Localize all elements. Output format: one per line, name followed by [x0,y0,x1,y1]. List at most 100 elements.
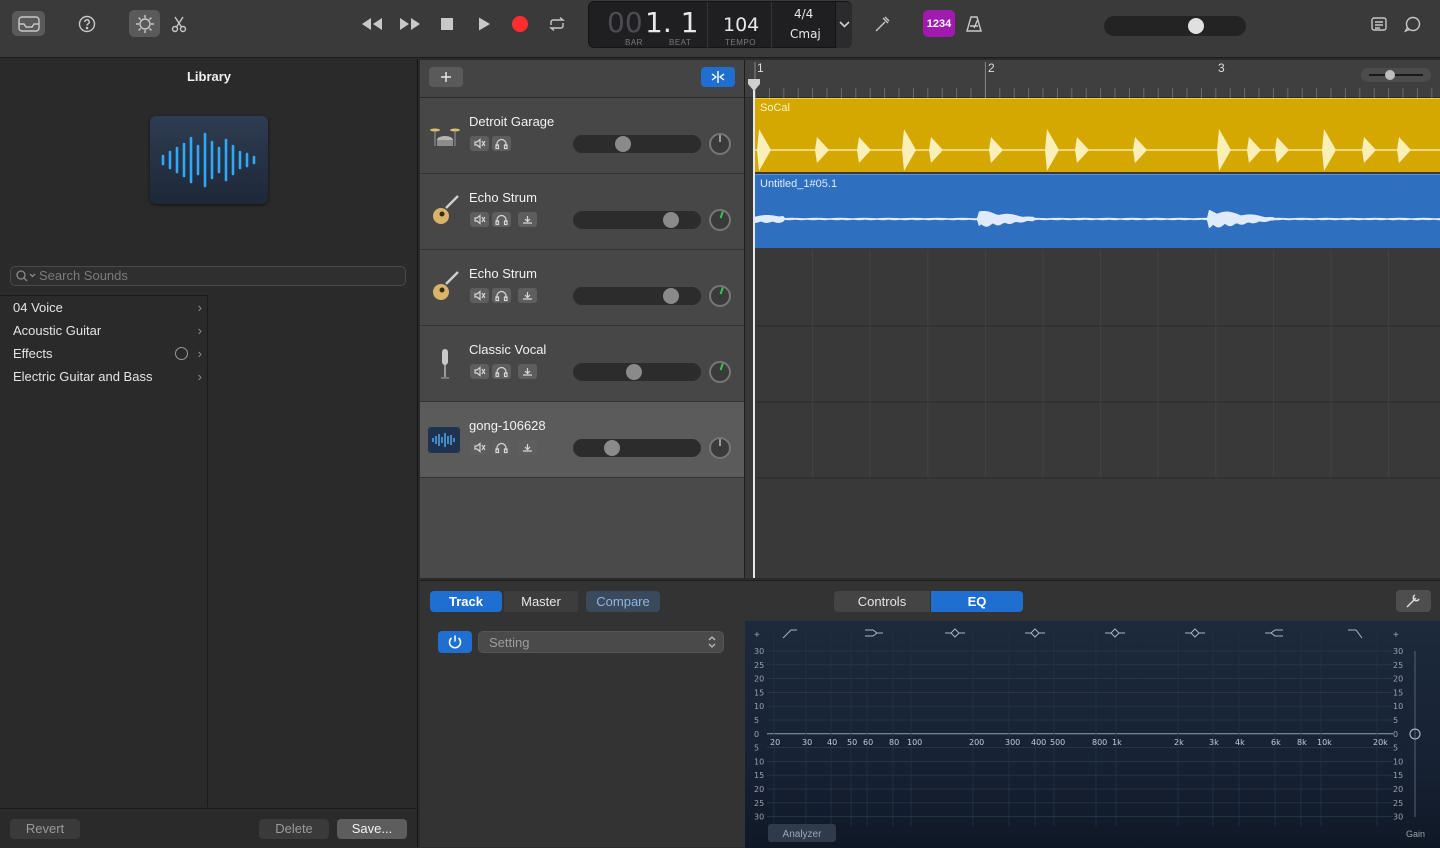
acoustic-guitar-icon[interactable] [428,194,462,228]
rewind-icon[interactable] [357,13,387,35]
input-monitor-icon [523,292,532,300]
tab-track[interactable]: Track [430,591,502,612]
save-button[interactable]: Save... [337,819,407,839]
drum-hit [1275,137,1289,163]
volume-knob[interactable] [604,440,620,456]
track-name[interactable]: Echo Strum [469,190,537,205]
tracks-timeline[interactable]: 1 2 3 SoCal Untitled_1#05.1 [744,60,1440,578]
track-volume-slider[interactable] [573,211,701,229]
download-icon[interactable] [175,347,188,360]
pan-knob[interactable] [709,361,731,383]
library-category-item[interactable]: Electric Guitar and Bass › [0,365,208,388]
playhead[interactable] [748,79,760,578]
track-volume-slider[interactable] [573,287,701,305]
eq-graph[interactable]: 30 30 25 25 20 20 15 15 10 10 5 5 0 0 5 5 10 10 15 15 20 20 25… [745,621,1440,848]
lcd-dropdown-button[interactable] [835,2,852,48]
track-header[interactable]: Echo Strum [420,250,744,326]
scissors-icon[interactable] [168,13,190,35]
loop-browser-icon[interactable] [1401,13,1423,35]
tab-compare[interactable]: Compare [586,591,660,612]
gain-label: Gain [1406,829,1426,839]
track-volume-slider[interactable] [573,439,701,457]
mute-button[interactable] [470,136,489,151]
track-header[interactable]: Echo Strum [420,174,744,250]
lcd-divider [771,2,772,48]
track-header[interactable]: Classic Vocal [420,326,744,402]
editor-settings-button[interactable] [1396,590,1431,612]
forward-icon[interactable] [395,13,425,35]
microphone-icon[interactable] [428,346,462,380]
library-category-item[interactable]: Effects › [0,342,208,365]
headphones-icon [495,290,508,302]
tab-master[interactable]: Master [504,591,578,612]
drum-hit [757,129,771,171]
mute-button[interactable] [470,212,489,227]
metronome-icon[interactable] [962,13,986,35]
volume-knob[interactable] [615,136,631,152]
record-icon[interactable] [507,13,533,35]
track-name[interactable]: Detroit Garage [469,114,554,129]
solo-button[interactable] [492,440,511,455]
pan-indicator [719,211,724,219]
solo-button[interactable] [492,288,511,303]
solo-button[interactable] [492,364,511,379]
quick-help-icon[interactable] [76,13,98,35]
zoom-knob[interactable] [1385,70,1395,80]
mute-button[interactable] [470,364,489,379]
master-volume-slider[interactable] [1104,16,1246,36]
input-monitor-button[interactable] [518,288,537,303]
pan-knob[interactable] [709,285,731,307]
library-category-item[interactable]: 04 Voice › [0,296,208,319]
track-volume-slider[interactable] [573,363,701,381]
audio-waveform-icon[interactable] [428,427,462,461]
tuner-icon[interactable] [869,13,895,35]
input-monitor-button[interactable] [518,440,537,455]
solo-button[interactable] [492,136,511,151]
pan-knob[interactable] [709,133,731,155]
volume-knob[interactable] [663,288,679,304]
pan-knob[interactable] [709,437,731,459]
cycle-icon[interactable] [544,13,570,35]
volume-knob[interactable] [663,212,679,228]
notepad-icon[interactable] [1368,13,1390,35]
analyzer-button[interactable]: Analyzer [768,824,836,842]
master-volume-knob[interactable] [1188,18,1204,34]
eq-db-label: 20 [754,675,764,684]
library-icon[interactable] [12,11,45,36]
mute-button[interactable] [470,288,489,303]
smart-controls-icon[interactable] [129,10,160,37]
volume-knob[interactable] [626,364,642,380]
ruler[interactable]: 1 2 3 [745,60,1440,98]
input-monitor-button[interactable] [518,364,537,379]
acoustic-guitar-icon[interactable] [428,270,462,304]
catch-playhead-button[interactable] [701,67,735,87]
view-tab-eq[interactable]: EQ [931,591,1023,612]
drummer-region[interactable]: SoCal [755,98,1440,172]
eq-power-button[interactable] [438,631,472,653]
play-icon[interactable] [471,13,497,35]
track-name[interactable]: Classic Vocal [469,342,546,357]
track-header[interactable]: Detroit Garage [420,98,744,174]
library-category-item[interactable]: Acoustic Guitar › [0,319,208,342]
lcd-display[interactable]: 00 1. 1 BAR BEAT 104 TEMPO 4/4 Cmaj [588,1,852,48]
add-track-button[interactable] [429,67,463,87]
track-volume-slider[interactable] [573,135,701,153]
revert-button[interactable]: Revert [10,819,80,839]
track-name[interactable]: gong-106628 [469,418,546,433]
audio-region[interactable]: Untitled_1#05.1 [755,174,1440,248]
solo-button[interactable] [492,212,511,227]
pan-knob[interactable] [709,209,731,231]
drum-kit-icon[interactable] [428,118,462,152]
mute-button[interactable] [470,440,489,455]
timeline-zoom-slider[interactable] [1361,68,1431,82]
count-in-icon[interactable]: 1234 [923,10,955,37]
eq-db-label: 25 [754,661,764,670]
library-search-input[interactable]: Search Sounds [10,266,406,286]
input-monitor-button[interactable] [518,212,537,227]
track-header[interactable]: gong-106628 [420,402,744,478]
setting-select[interactable]: Setting [478,631,724,653]
track-name[interactable]: Echo Strum [469,266,537,281]
view-tab-controls[interactable]: Controls [834,591,930,612]
delete-button[interactable]: Delete [259,819,329,839]
stop-icon[interactable] [434,13,460,35]
